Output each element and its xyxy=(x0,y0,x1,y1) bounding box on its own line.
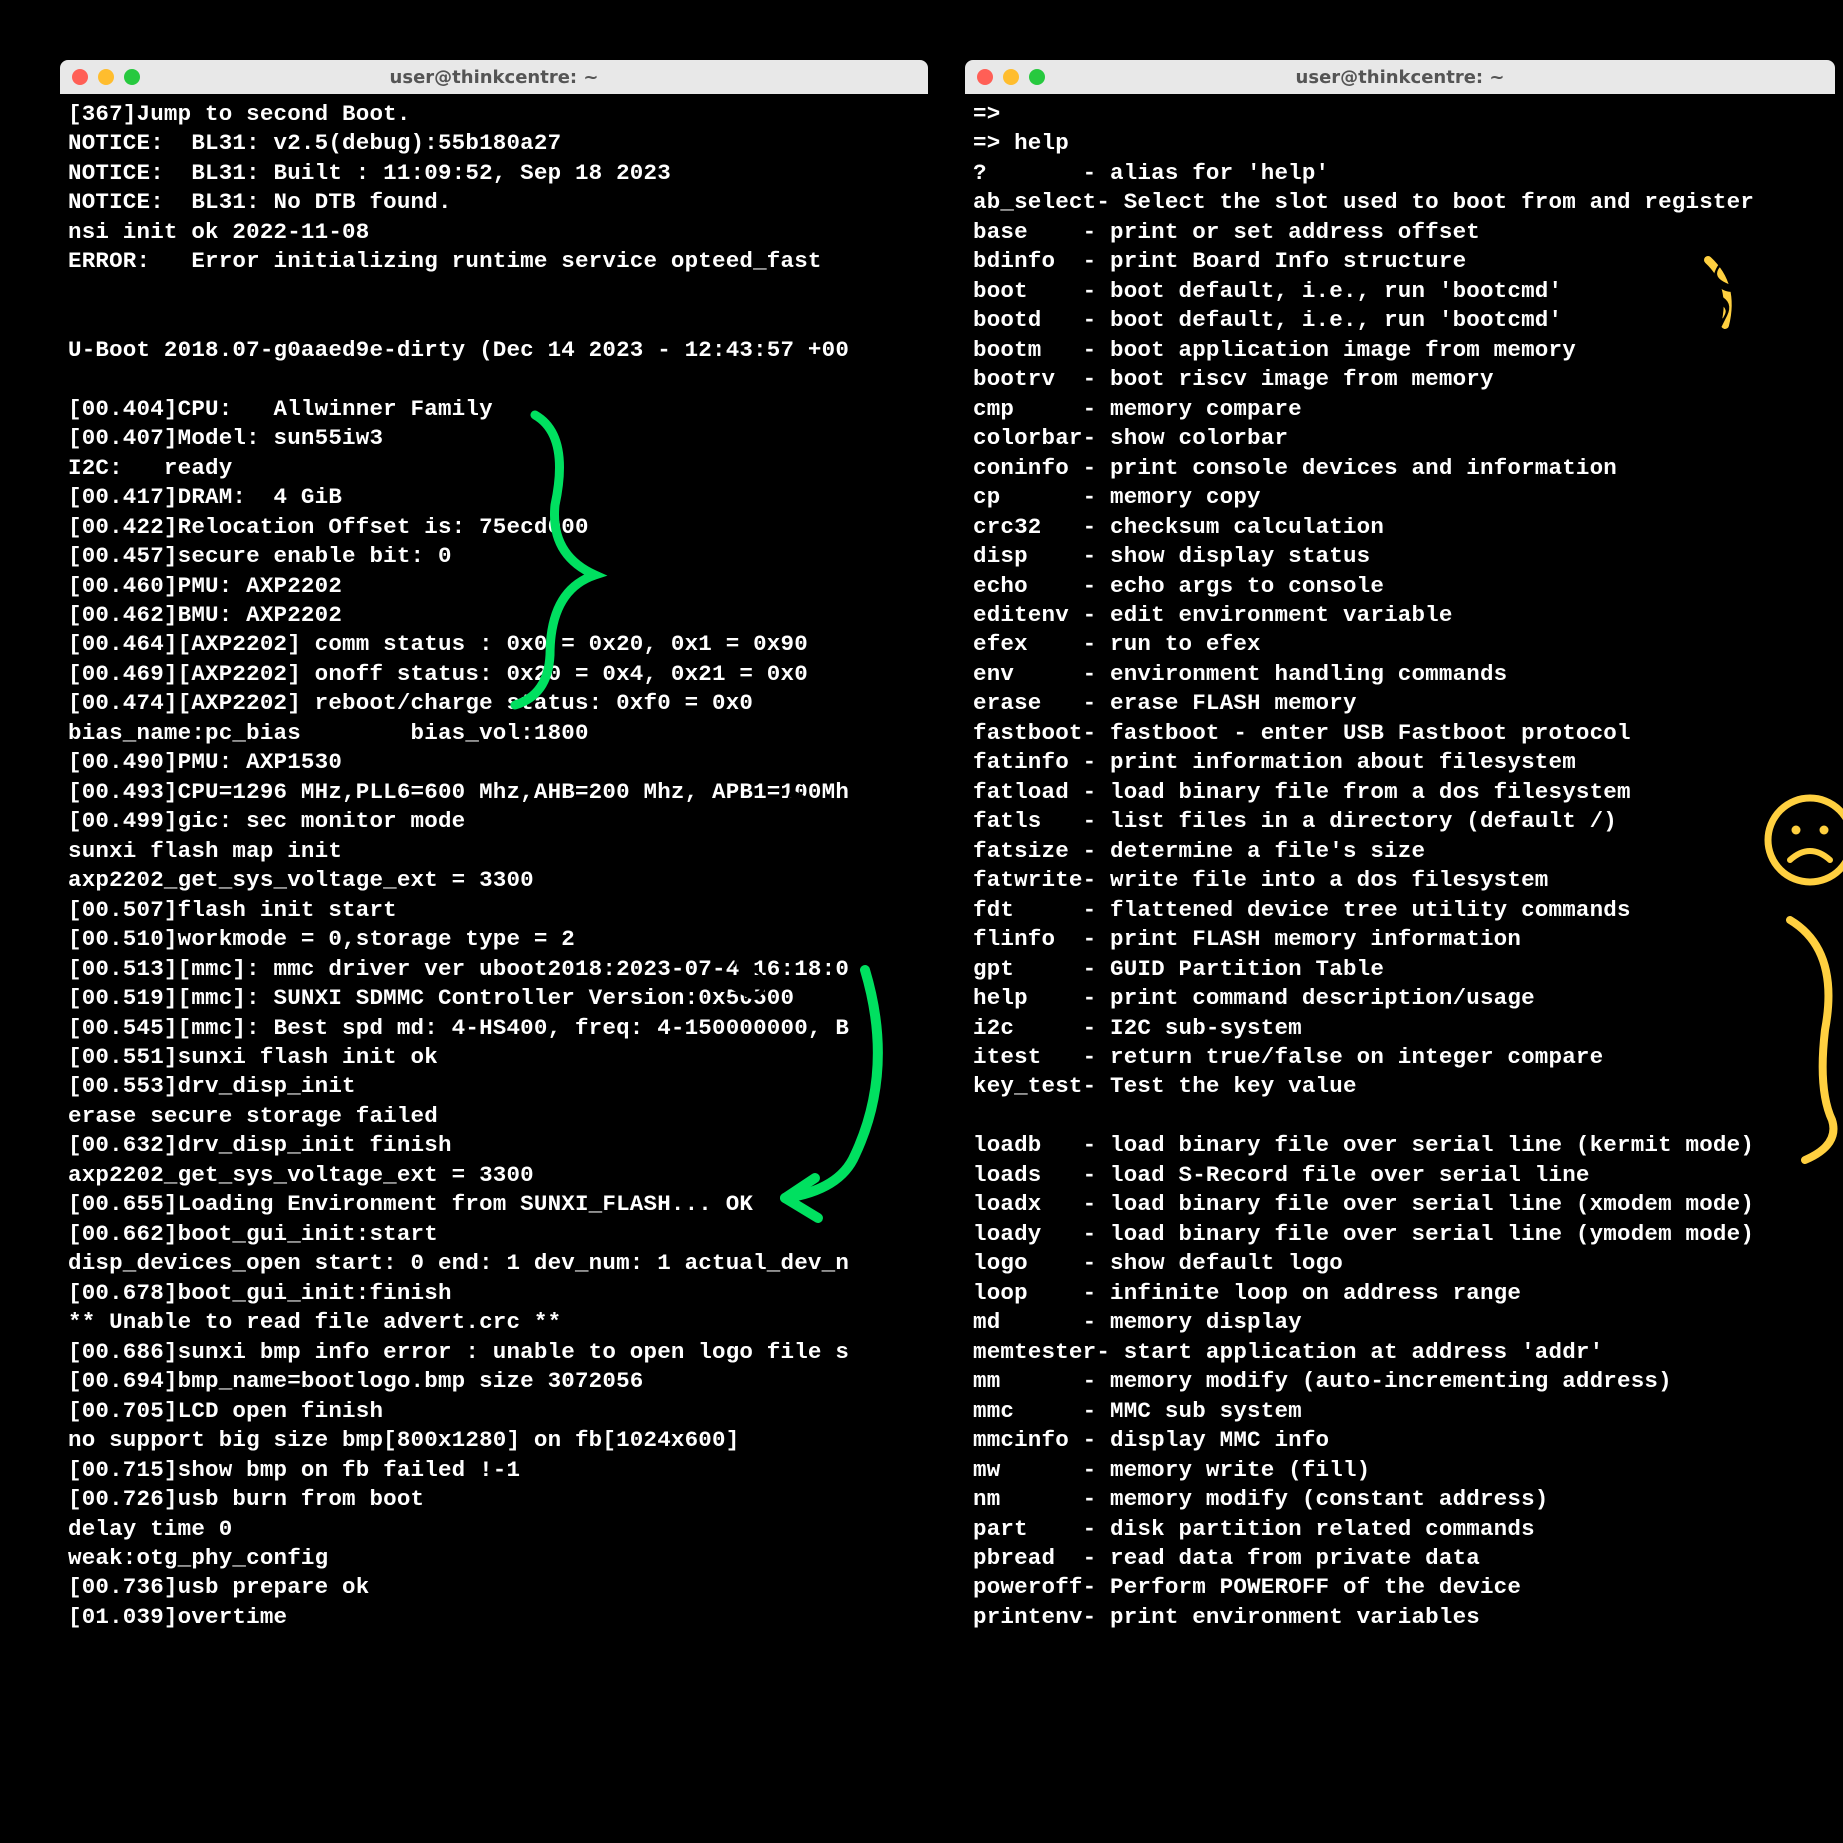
titlebar-right[interactable]: user@thinkcentre: ~ xyxy=(965,60,1835,94)
close-icon[interactable] xyxy=(72,69,88,85)
traffic-lights xyxy=(72,69,140,85)
maximize-icon[interactable] xyxy=(124,69,140,85)
titlebar-left[interactable]: user@thinkcentre: ~ xyxy=(60,60,928,94)
terminal-window-left[interactable]: user@thinkcentre: ~ [367]Jump to second … xyxy=(60,60,928,1780)
terminal-window-right[interactable]: user@thinkcentre: ~ => => help ? - alias… xyxy=(965,60,1835,1780)
maximize-icon[interactable] xyxy=(1029,69,1045,85)
minimize-icon[interactable] xyxy=(98,69,114,85)
terminal-output-left[interactable]: [367]Jump to second Boot. NOTICE: BL31: … xyxy=(60,94,928,1638)
minimize-icon[interactable] xyxy=(1003,69,1019,85)
close-icon[interactable] xyxy=(977,69,993,85)
window-title: user@thinkcentre: ~ xyxy=(1296,67,1505,88)
window-title: user@thinkcentre: ~ xyxy=(390,67,599,88)
terminal-output-right[interactable]: => => help ? - alias for 'help' ab_selec… xyxy=(965,94,1835,1638)
traffic-lights xyxy=(977,69,1045,85)
